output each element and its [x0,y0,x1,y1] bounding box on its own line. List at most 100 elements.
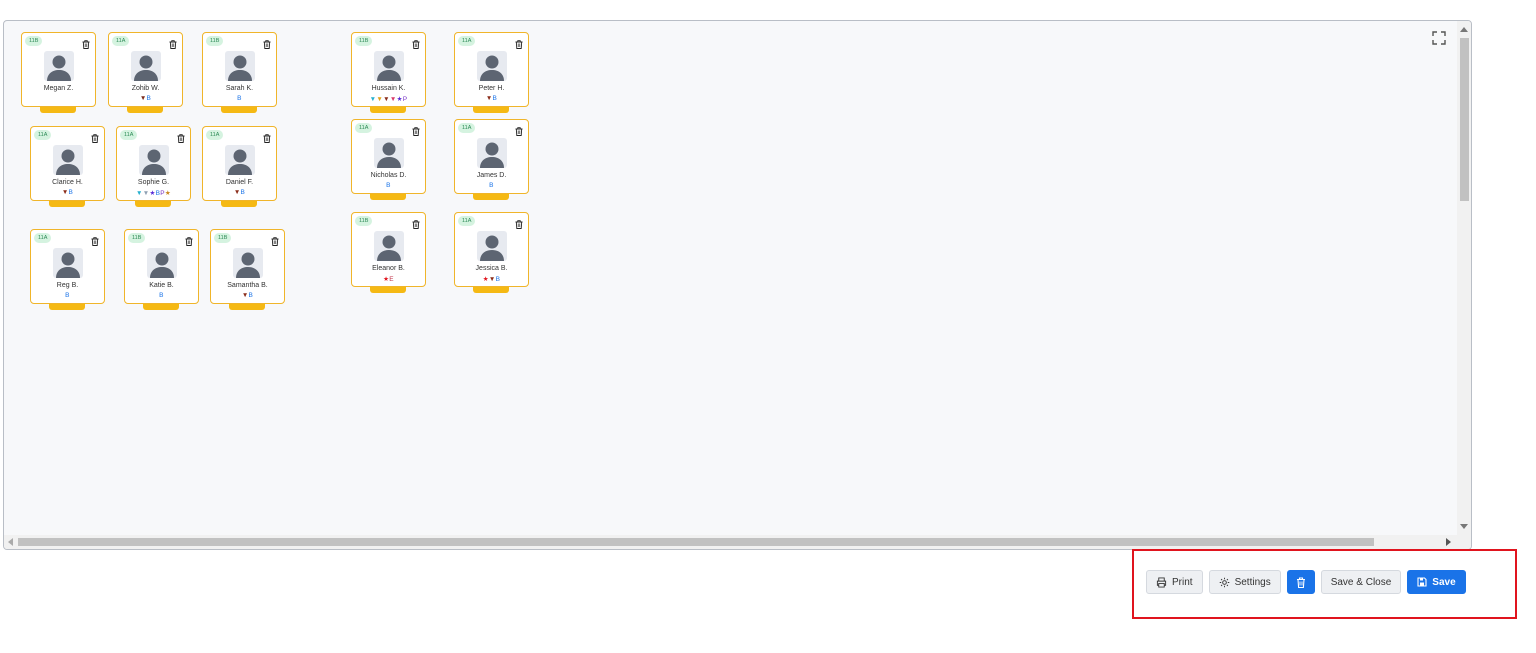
trash-icon[interactable] [515,36,523,49]
student-card[interactable]: 11A Zohib W. ▼B [108,32,183,113]
card-tab [229,304,265,310]
student-tags: ▼B [211,292,284,299]
scroll-left-arrow[interactable] [8,538,13,546]
trash-icon[interactable] [515,216,523,229]
student-card[interactable]: 11A Clarice H. ▼B [30,126,105,207]
vertical-scrollbar[interactable] [1457,21,1471,549]
trash-icon[interactable] [412,216,420,229]
student-name: Reg B. [56,282,79,289]
card-tab [40,107,76,113]
student-tag: B [248,292,254,299]
student-card[interactable]: 11B Megan Z. [21,32,96,113]
student-tags: ▼▼▼▼★P [352,95,425,103]
class-badge: 11A [34,233,52,243]
student-tag: B [386,182,391,189]
scroll-right-arrow[interactable] [1446,538,1451,546]
student-name: Jessica B. [475,265,508,272]
student-tags: ▼B [31,189,104,196]
card-tab [143,304,179,310]
trash-icon[interactable] [91,233,99,246]
avatar [131,51,161,81]
trash-icon[interactable] [412,36,420,49]
student-card[interactable]: 11B Eleanor B. ★E [351,212,426,293]
trash-icon[interactable] [271,233,279,246]
card-tab [370,287,406,293]
student-name: Hussain K. [371,85,406,92]
card-tab [49,201,85,207]
trash-icon[interactable] [169,36,177,49]
student-name: Nicholas D. [370,172,407,179]
trash-icon[interactable] [263,130,271,143]
student-card[interactable]: 11A Sophie G. ▼▼★BP★ [116,126,191,207]
student-name: Megan Z. [43,85,74,92]
student-name: Zohib W. [131,85,160,92]
student-tag: ▼ [61,189,69,196]
student-tag: B [489,182,494,189]
student-tag: E [389,276,394,283]
student-tag: B [495,276,501,283]
card-tab [221,201,257,207]
student-tags: ★E [352,275,425,283]
fullscreen-icon[interactable] [1432,31,1446,45]
student-card[interactable]: 11A Daniel F. ▼B [202,126,277,207]
student-card[interactable]: 11A Jessica B. ★▼B [454,212,529,293]
trash-icon[interactable] [263,36,271,49]
student-tag: ★ [164,190,172,197]
student-tag: B [68,189,74,196]
student-card[interactable]: 11A Peter H. ▼B [454,32,529,113]
avatar [477,138,507,168]
student-tag: B [240,189,246,196]
student-card[interactable]: 11B Samantha B. ▼B [210,229,285,310]
class-badge: 11A [34,130,52,140]
avatar [139,145,169,175]
seating-plan-canvas[interactable]: 11B Megan Z. 11A Zohib W. ▼B 11B Sarah K. B 11B H… [3,20,1472,550]
trash-icon[interactable] [412,123,420,136]
student-card[interactable]: 11A Reg B. B [30,229,105,310]
student-card[interactable]: 11A James D. B [454,119,529,200]
student-tags: B [352,182,425,189]
vertical-scroll-thumb[interactable] [1460,38,1469,201]
class-badge: 11A [458,216,476,226]
card-tab [221,107,257,113]
trash-icon[interactable] [185,233,193,246]
horizontal-scroll-thumb[interactable] [18,538,1374,546]
student-tag: ▼ [488,276,496,283]
horizontal-scrollbar[interactable] [4,535,1457,549]
trash-icon[interactable] [177,130,185,143]
avatar [374,138,404,168]
avatar [374,231,404,261]
student-name: Sarah K. [225,85,254,92]
student-card[interactable]: 11B Hussain K. ▼▼▼▼★P [351,32,426,113]
avatar [53,248,83,278]
student-card[interactable]: 11B Sarah K. B [202,32,277,113]
card-tab [135,201,171,207]
scroll-down-arrow[interactable] [1460,524,1468,529]
student-tag: B [146,95,152,102]
card-tab [370,194,406,200]
student-tag: ▼ [241,292,249,299]
student-name: Peter H. [478,85,505,92]
scroll-up-arrow[interactable] [1460,27,1468,32]
card-tab [370,107,406,113]
highlight-box [1132,549,1517,619]
class-badge: 11B [355,216,373,226]
trash-icon[interactable] [515,123,523,136]
student-card[interactable]: 11B Katie B. B [124,229,199,310]
trash-icon[interactable] [82,36,90,49]
avatar [147,248,177,278]
student-name: Sophie G. [137,179,170,186]
trash-icon[interactable] [91,130,99,143]
class-badge: 11B [355,36,373,46]
class-badge: 11A [458,36,476,46]
student-tag: B [65,292,70,299]
avatar [477,51,507,81]
student-card[interactable]: 11A Nicholas D. B [351,119,426,200]
class-badge: 11B [128,233,146,243]
student-tag: ▼ [389,96,397,103]
student-name: Daniel F. [225,179,254,186]
class-badge: 11A [120,130,138,140]
card-tab [49,304,85,310]
class-badge: 11A [355,123,373,133]
student-tags: B [125,292,198,299]
student-name: Samantha B. [227,282,268,289]
